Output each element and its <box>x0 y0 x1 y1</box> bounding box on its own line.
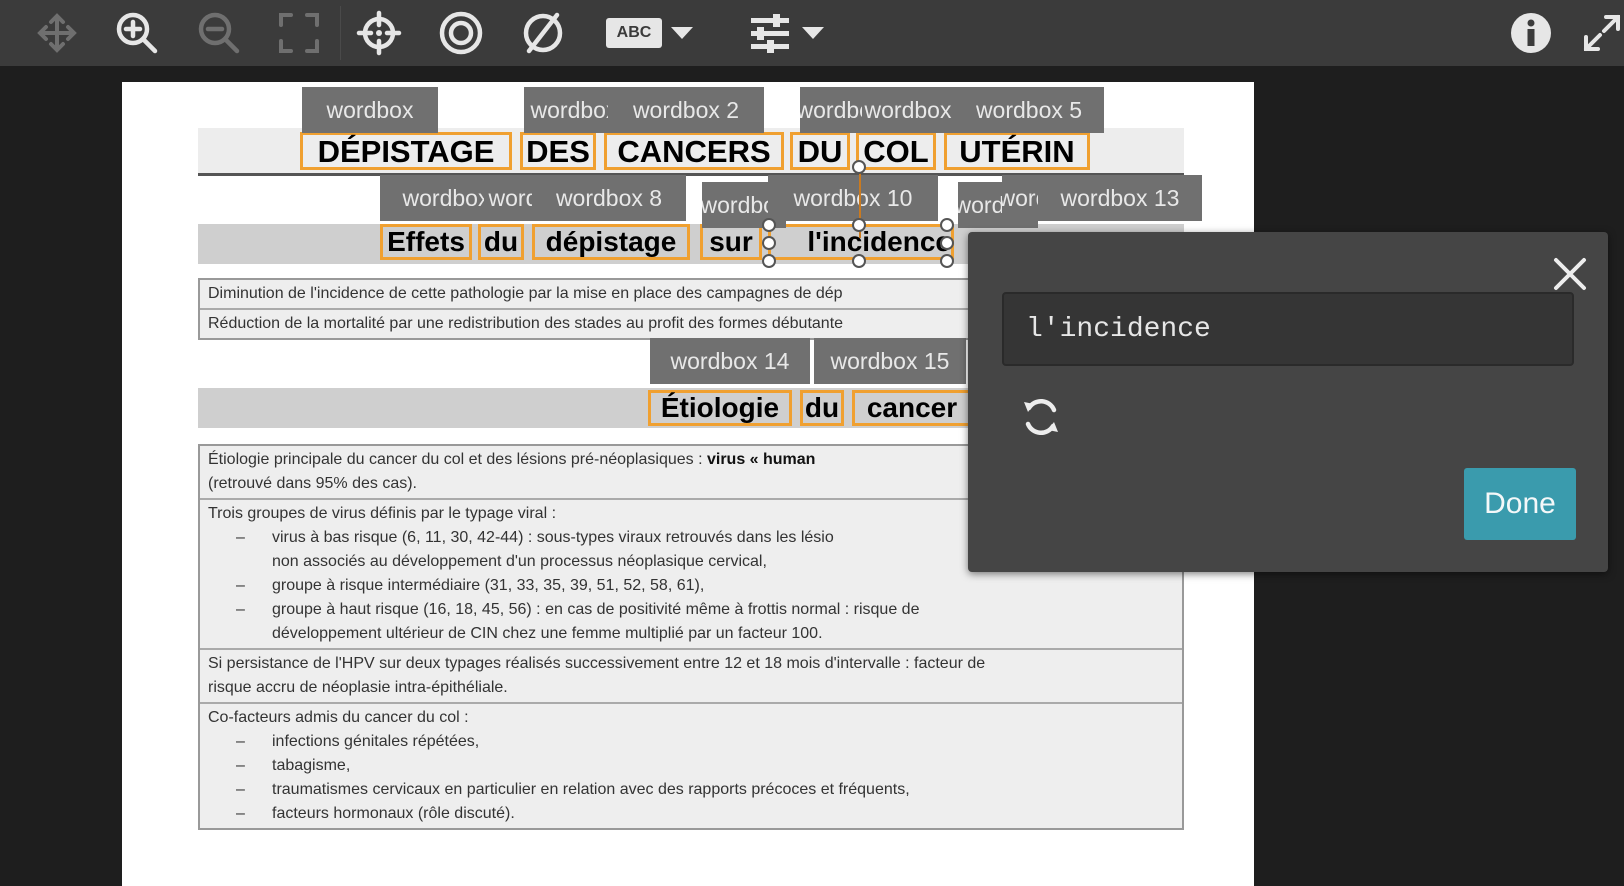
zoom-out-icon <box>196 10 242 56</box>
word-box[interactable]: DU <box>790 132 850 170</box>
abc-label: ABC <box>616 24 652 41</box>
target-button[interactable] <box>436 6 486 60</box>
toolbar: ABC <box>0 0 1624 66</box>
list-item: développement ultérieur de CIN chez une … <box>272 625 823 642</box>
caret-down-icon <box>801 25 825 41</box>
ocr-editor-app: ABC DÉPISTAGE DES CANCERS DU COL UTÉRIN … <box>0 0 1624 886</box>
selection-rotate-handle[interactable] <box>852 160 866 174</box>
list-item: – groupe à haut risque (16, 18, 45, 56) :… <box>236 601 920 618</box>
caret-down-icon <box>670 25 694 41</box>
selection-handle[interactable] <box>940 254 954 268</box>
crosshair-button[interactable] <box>354 6 404 60</box>
zoom-out-button[interactable] <box>194 6 244 60</box>
word-box[interactable]: Étiologie <box>648 390 792 426</box>
wordbox-label[interactable]: wordbox 10 <box>768 175 938 221</box>
word-box[interactable]: du <box>800 390 844 426</box>
settings-dropdown[interactable] <box>740 6 834 60</box>
table-row: Si persistance de l'HPV sur deux typages… <box>200 650 1182 704</box>
zoom-in-button[interactable] <box>112 6 162 60</box>
no-symbol-button[interactable] <box>518 6 568 60</box>
table-row: Co-facteurs admis du cancer du col : – in… <box>200 704 1182 828</box>
selection-handle[interactable] <box>762 236 776 250</box>
word-box[interactable]: UTÉRIN <box>944 132 1090 170</box>
no-symbol-icon <box>520 10 566 56</box>
wordbox-label[interactable]: wordbox 13 <box>1038 175 1202 221</box>
list-item: – traumatismes cervicaux en particulier e… <box>236 781 910 798</box>
wordbox-label[interactable]: wordbox <box>862 87 954 133</box>
word-box[interactable]: DÉPISTAGE <box>300 132 512 170</box>
list-item: – facteurs hormonaux (rôle discuté). <box>236 805 515 822</box>
close-icon <box>1552 256 1588 297</box>
refresh-button[interactable] <box>1018 396 1064 442</box>
table-text: Si persistance de l'HPV sur deux typages… <box>208 655 986 672</box>
selection-handle[interactable] <box>852 218 866 232</box>
fit-screen-icon <box>277 11 321 55</box>
sliders-icon <box>749 13 791 53</box>
list-item: – infections génitales répétées, <box>236 733 480 750</box>
word-box[interactable]: cancer <box>852 390 972 426</box>
wordbox-label[interactable]: wordbox <box>302 87 438 133</box>
selection-handle[interactable] <box>762 254 776 268</box>
selection-handle[interactable] <box>940 218 954 232</box>
crosshair-icon <box>356 10 402 56</box>
target-icon <box>438 10 484 56</box>
selection-handle[interactable] <box>762 218 776 232</box>
word-text-input[interactable] <box>1002 292 1574 366</box>
fullscreen-icon <box>1582 13 1622 53</box>
word-box[interactable]: dépistage <box>532 224 690 260</box>
refresh-icon <box>1020 396 1062 443</box>
wordbox-label[interactable]: wordbox 2 <box>608 87 764 133</box>
word-box[interactable]: Effets <box>380 224 472 260</box>
info-icon <box>1509 11 1553 55</box>
wordbox-label[interactable]: wordbox 14 <box>650 338 810 384</box>
list-item: – groupe à risque intermédiaire (31, 33, … <box>236 577 705 594</box>
move-button[interactable] <box>32 6 82 60</box>
table-text: risque accru de néoplasie intra-épithéli… <box>208 679 508 696</box>
done-button[interactable]: Done <box>1464 468 1576 540</box>
fullscreen-button[interactable] <box>1580 6 1624 60</box>
toolbar-divider <box>340 6 341 60</box>
move-icon <box>35 11 79 55</box>
wordbox-label[interactable]: wordbox 8 <box>532 175 686 221</box>
selection-handle[interactable] <box>940 236 954 250</box>
zoom-in-icon <box>114 10 160 56</box>
word-box[interactable]: DES <box>520 132 596 170</box>
table-text: Co-facteurs admis du cancer du col : <box>208 709 469 726</box>
wordbox-label[interactable]: wordbox 15 <box>814 338 966 384</box>
fit-screen-button[interactable] <box>274 6 324 60</box>
word-box[interactable]: CANCERS <box>604 132 784 170</box>
selection-handle[interactable] <box>852 254 866 268</box>
info-button[interactable] <box>1506 6 1556 60</box>
list-item: – tabagisme, <box>236 757 351 774</box>
wordbox-label[interactable]: wordbox 5 <box>954 87 1104 133</box>
table-text: Étiologie principale du cancer du col et… <box>208 451 707 468</box>
word-box[interactable]: COL <box>856 132 936 170</box>
word-box[interactable]: du <box>478 224 524 260</box>
abc-icon: ABC <box>606 18 662 48</box>
word-box[interactable]: sur <box>700 224 762 260</box>
text-mode-dropdown[interactable]: ABC <box>600 6 700 60</box>
word-edit-popup: Done <box>968 232 1608 572</box>
table-text-bold: virus « human <box>706 451 816 468</box>
close-button[interactable] <box>1550 256 1590 296</box>
